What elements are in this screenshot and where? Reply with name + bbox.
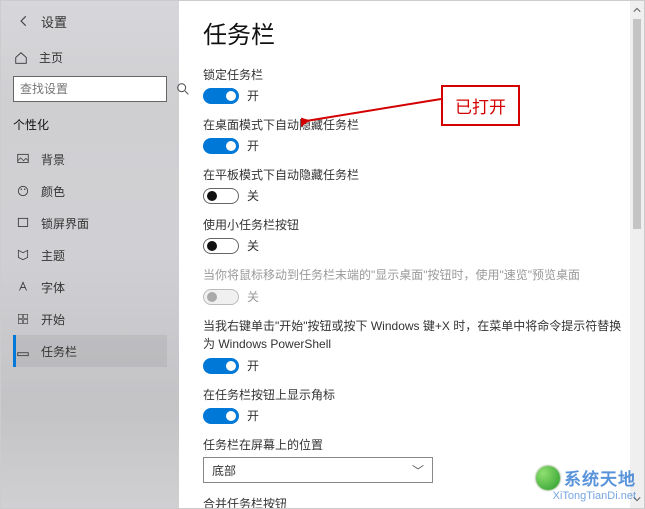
sidebar-item-start[interactable]: 开始: [13, 303, 167, 335]
sidebar-item-taskbar[interactable]: 任务栏: [13, 335, 167, 367]
chevron-down-icon: ﹀: [412, 462, 424, 479]
lockscreen-icon: [15, 215, 31, 231]
toggle-autohide-tablet[interactable]: [203, 188, 239, 204]
watermark-main: 系统天地: [564, 465, 636, 490]
search-input[interactable]: [20, 82, 175, 96]
toggle-state-text: 开: [247, 137, 259, 154]
sidebar-item-lockscreen[interactable]: 锁屏界面: [13, 207, 167, 239]
sidebar-category: 个性化: [13, 116, 167, 133]
page-title: 任务栏: [203, 15, 622, 50]
scrollbar-thumb[interactable]: [633, 19, 641, 229]
setting-label-position: 任务栏在屏幕上的位置: [203, 436, 622, 453]
toggle-lock-taskbar[interactable]: [203, 88, 239, 104]
sidebar-item-label: 字体: [41, 279, 65, 296]
sidebar-item-label: 锁屏界面: [41, 215, 89, 232]
window-title: 设置: [41, 12, 67, 31]
sidebar-item-label: 任务栏: [41, 343, 77, 360]
sidebar-item-label: 主题: [41, 247, 65, 264]
watermark-sub: XiTongTianDi.net: [536, 490, 636, 502]
sidebar-item-label: 开始: [41, 311, 65, 328]
toggle-state-text: 关: [247, 288, 259, 305]
toggle-peek: [203, 289, 239, 305]
annotation-callout: 已打开: [441, 85, 520, 126]
sidebar-item-background[interactable]: 背景: [13, 143, 167, 175]
sidebar-item-label: 背景: [41, 151, 65, 168]
toggle-powershell[interactable]: [203, 358, 239, 374]
annotation-text: 已打开: [455, 98, 506, 117]
sidebar-home-label: 主页: [39, 49, 63, 66]
start-icon: [15, 311, 31, 327]
palette-icon: [15, 183, 31, 199]
select-taskbar-position[interactable]: 底部 ﹀: [203, 457, 433, 483]
setting-label-lock: 锁定任务栏: [203, 66, 622, 83]
toggle-small-buttons[interactable]: [203, 238, 239, 254]
scroll-up-arrow-icon[interactable]: [630, 3, 644, 17]
setting-desc-peek: 当你将鼠标移动到任务栏末端的"显示桌面"按钮时，使用"速览"预览桌面: [203, 266, 622, 284]
sidebar-home[interactable]: 主页: [13, 49, 167, 66]
setting-label-powershell: 当我右键单击"开始"按钮或按下 Windows 键+X 时，在菜单中将命令提示符…: [203, 317, 622, 353]
font-icon: [15, 279, 31, 295]
sidebar-item-themes[interactable]: 主题: [13, 239, 167, 271]
toggle-autohide-desktop[interactable]: [203, 138, 239, 154]
sidebar-item-fonts[interactable]: 字体: [13, 271, 167, 303]
taskbar-icon: [15, 343, 31, 359]
annotation-arrow-icon: [301, 91, 446, 131]
picture-icon: [15, 151, 31, 167]
select-value: 底部: [212, 462, 236, 479]
toggle-state-text: 开: [247, 87, 259, 104]
vertical-scrollbar[interactable]: [630, 1, 644, 508]
arrow-left-icon: [17, 14, 31, 28]
setting-label-autohide-tablet: 在平板模式下自动隐藏任务栏: [203, 166, 622, 183]
sidebar: 设置 主页 个性化 背景 颜色 锁屏界面: [1, 1, 179, 508]
toggle-state-text: 开: [247, 357, 259, 374]
setting-label-small-buttons: 使用小任务栏按钮: [203, 216, 622, 233]
toggle-badges[interactable]: [203, 408, 239, 424]
watermark-logo-icon: [536, 466, 560, 490]
search-input-wrap[interactable]: [13, 76, 167, 102]
toggle-state-text: 开: [247, 407, 259, 424]
content-area: 任务栏 锁定任务栏 开 在桌面模式下自动隐藏任务栏 开 在平板模式下自动隐藏任务…: [179, 1, 644, 508]
toggle-state-text: 关: [247, 187, 259, 204]
watermark: 系统天地 XiTongTianDi.net: [536, 465, 636, 502]
sidebar-item-label: 颜色: [41, 183, 65, 200]
home-icon: [13, 50, 29, 66]
toggle-state-text: 关: [247, 237, 259, 254]
theme-icon: [15, 247, 31, 263]
back-button[interactable]: [13, 10, 35, 32]
sidebar-item-colors[interactable]: 颜色: [13, 175, 167, 207]
setting-label-badges: 在任务栏按钮上显示角标: [203, 386, 622, 403]
